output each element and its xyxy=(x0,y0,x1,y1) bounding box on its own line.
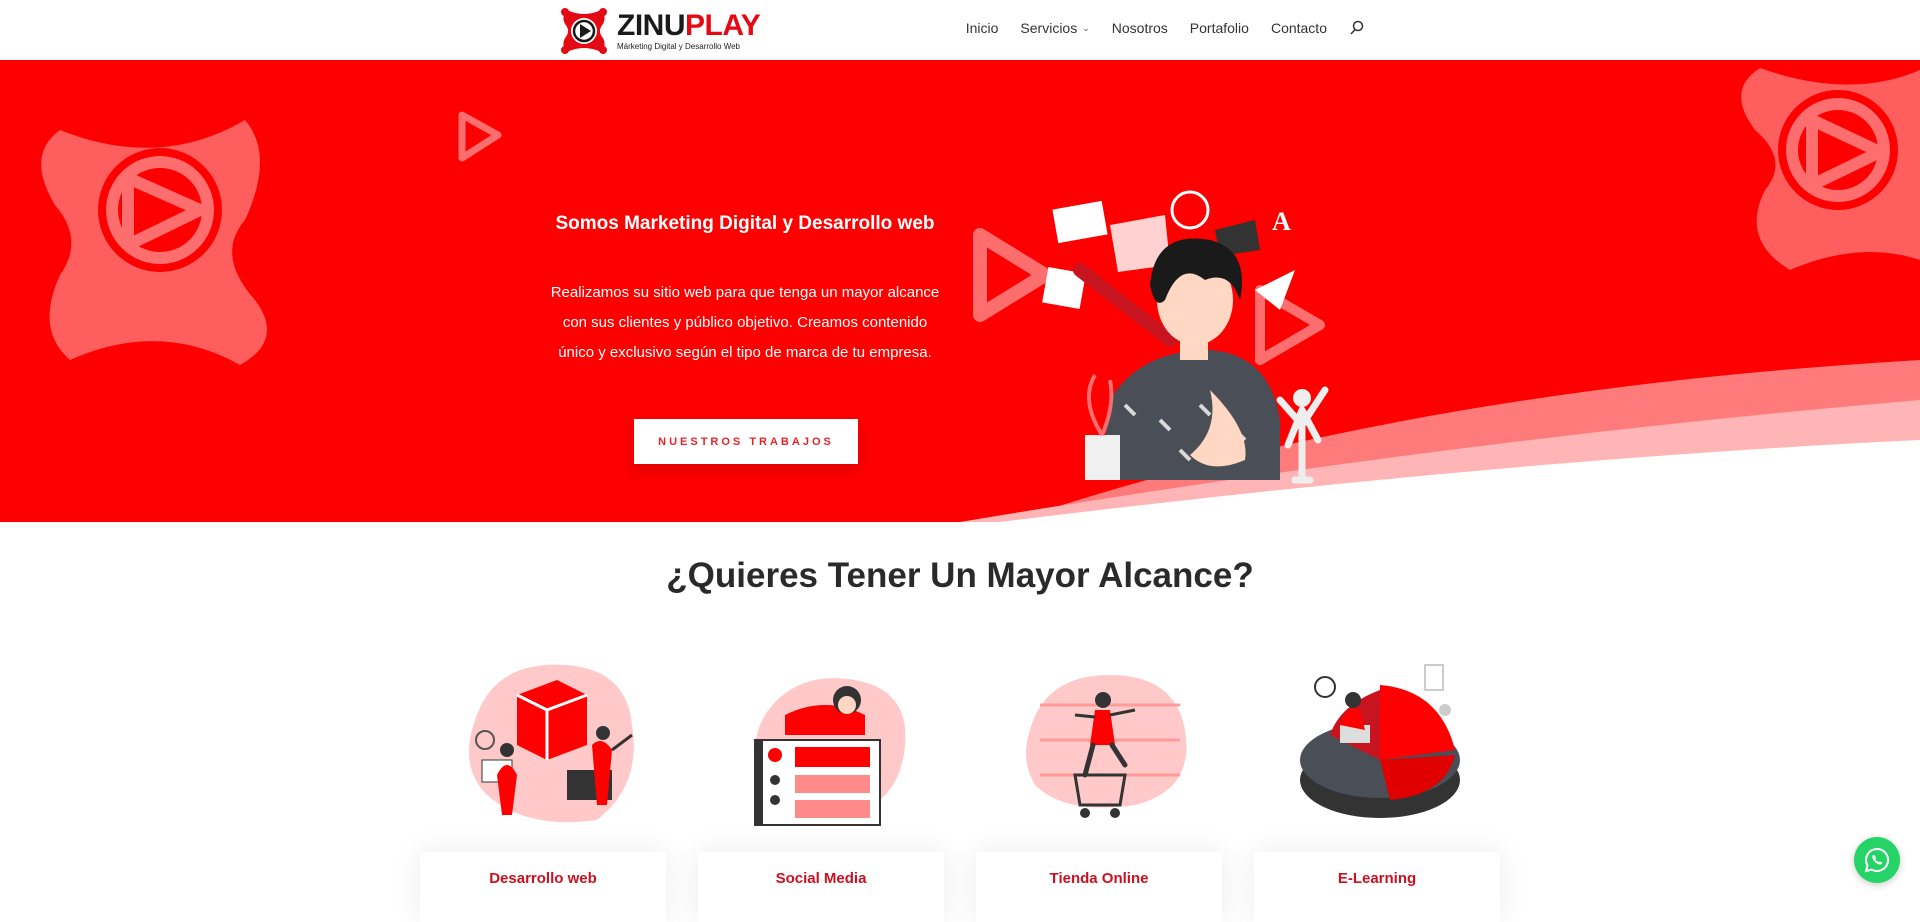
logo-mark-icon xyxy=(557,4,611,58)
service-card-label: Social Media xyxy=(775,870,867,887)
social-media-illustration xyxy=(735,655,925,830)
service-card-label: E-Learning xyxy=(1337,870,1417,887)
nav-item-inicio[interactable]: Inicio xyxy=(966,20,999,36)
main-nav: Inicio Servicios ⌄ Nosotros Portafolio Co… xyxy=(966,20,1365,36)
service-card-social-media[interactable]: Social Media xyxy=(698,852,944,922)
svg-text:A: A xyxy=(1272,207,1291,236)
logo-name-play: PLAY xyxy=(685,9,761,42)
hero-banner: Somos Marketing Digital y Desarrollo web… xyxy=(0,60,1920,522)
nav-item-label: Inicio xyxy=(965,20,999,36)
nuestros-trabajos-button[interactable]: NUESTROS TRABAJOS xyxy=(634,419,858,464)
service-card-tienda-online[interactable]: Tienda Online xyxy=(976,852,1222,922)
nav-item-label: Nosotros xyxy=(1111,20,1168,36)
service-card-e-learning[interactable]: E-Learning xyxy=(1254,852,1500,922)
hero-background-shapes xyxy=(41,68,1920,522)
service-card-desarrollo-web[interactable]: Desarrollo web xyxy=(420,852,666,922)
nav-item-label: Servicios xyxy=(1020,20,1078,36)
whatsapp-button[interactable] xyxy=(1854,837,1900,883)
nav-item-label: Portafolio xyxy=(1189,20,1249,36)
nav-item-nosotros[interactable]: Nosotros xyxy=(1112,20,1168,36)
nav-item-label: Contacto xyxy=(1270,20,1327,36)
web-development-illustration xyxy=(457,655,647,830)
service-card-label: Tienda Online xyxy=(1049,870,1149,887)
person-thinking-illustration: A xyxy=(1042,190,1329,484)
site-logo[interactable]: ZINUPLAY Márketing Digital y Desarrollo … xyxy=(557,4,761,58)
online-store-illustration xyxy=(1015,655,1205,830)
logo-tagline: Márketing Digital y Desarrollo Web xyxy=(617,42,741,51)
section-title: ¿Quieres Tener Un Mayor Alcance? xyxy=(666,556,1254,595)
hero-title: Somos Marketing Digital y Desarrollo web xyxy=(555,213,935,234)
nav-item-portafolio[interactable]: Portafolio xyxy=(1190,20,1249,36)
service-card-label: Desarrollo web xyxy=(489,870,597,887)
chevron-down-icon: ⌄ xyxy=(1082,22,1090,33)
nav-item-servicios[interactable]: Servicios ⌄ xyxy=(1020,20,1089,36)
site-header: ZINUPLAY Márketing Digital y Desarrollo … xyxy=(0,0,1920,60)
search-icon[interactable] xyxy=(1349,20,1365,36)
nav-item-contacto[interactable]: Contacto xyxy=(1271,20,1327,36)
hero-description: Realizamos su sitio web para que tenga u… xyxy=(550,284,940,361)
whatsapp-icon xyxy=(1864,847,1889,873)
logo-name-zinu: ZINU xyxy=(617,9,686,42)
e-learning-illustration xyxy=(1285,655,1475,830)
